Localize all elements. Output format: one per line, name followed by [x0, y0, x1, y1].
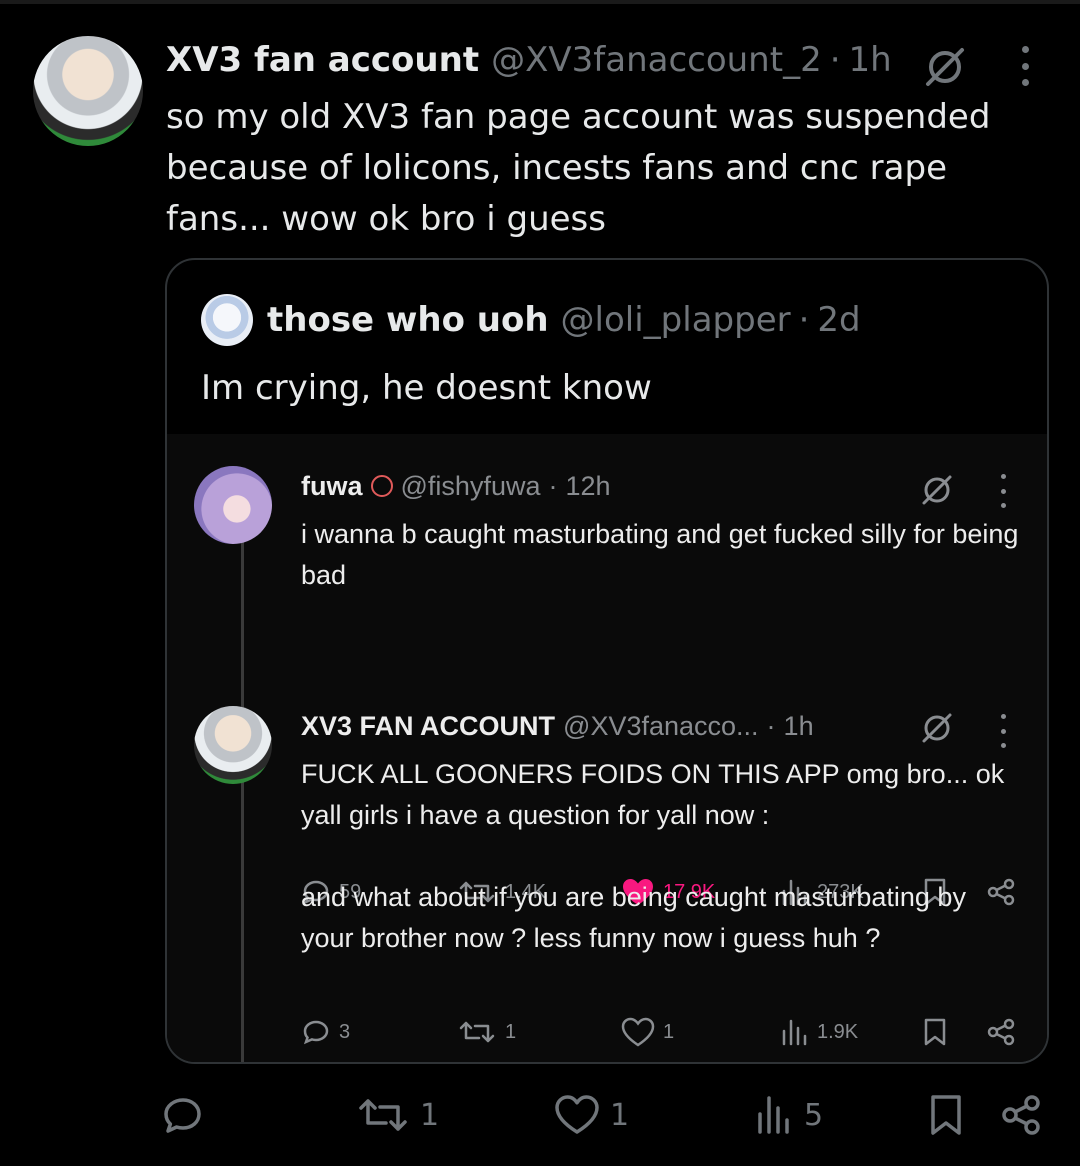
- embedded-avatar-fuwa: [194, 466, 272, 544]
- grok-icon: [922, 475, 952, 505]
- tweet-text: so my old XV3 fan page account was suspe…: [166, 97, 991, 239]
- bookmark-icon: [931, 1095, 961, 1135]
- share-button[interactable]: [998, 1090, 1044, 1140]
- heart-icon: [555, 1095, 599, 1134]
- author-name[interactable]: XV3 fan account: [166, 40, 479, 80]
- views-button[interactable]: 5: [754, 1090, 823, 1140]
- tweet-action-bar: 1 1 5: [160, 1090, 1050, 1140]
- tweet-header: XV3 fan account @XV3fanaccount_2 · 1h: [166, 38, 1046, 82]
- quoted-author-avatar[interactable]: [201, 294, 253, 346]
- reply-icon: [303, 1020, 329, 1045]
- more-options-icon: [993, 474, 1013, 508]
- thread-line: [241, 526, 244, 1062]
- quoted-tweet-text: Im crying, he doesnt know: [201, 368, 652, 408]
- tweet-time[interactable]: 1h: [849, 40, 892, 80]
- more-options-icon: [993, 714, 1013, 748]
- quoted-author-name[interactable]: those who uoh: [267, 300, 549, 340]
- reply-count: 3: [339, 1020, 351, 1043]
- share-action: [985, 1012, 1017, 1052]
- grok-icon: [922, 713, 952, 743]
- separator-dot: ·: [548, 470, 558, 501]
- views-icon: [758, 1096, 789, 1134]
- top-divider: [0, 0, 1080, 4]
- badge-icon: [370, 475, 393, 497]
- like-button[interactable]: 1: [554, 1090, 629, 1140]
- retweet-icon: [359, 1099, 407, 1131]
- quoted-tweet-time: 2d: [817, 300, 861, 340]
- quoted-author-handle[interactable]: @loli_plapper: [561, 300, 791, 340]
- embedded-tweet-time: 12h: [565, 470, 611, 501]
- retweet-count: 1: [420, 1097, 440, 1133]
- separator-dot: ·: [829, 40, 841, 80]
- bookmark-button[interactable]: [926, 1090, 966, 1140]
- quoted-tweet-header: those who uoh @loli_plapper · 2d: [267, 298, 861, 342]
- reply-icon: [164, 1098, 201, 1133]
- embedded-author-handle: @XV3fanacco...: [563, 710, 759, 741]
- embedded-screenshot: fuwa @fishyfuwa · 12h i wanna b caught m…: [167, 434, 1047, 1062]
- embedded-tweet-time: 1h: [783, 710, 814, 741]
- retweet-count: 1: [505, 1020, 517, 1043]
- retweet-icon: [459, 1021, 495, 1043]
- bookmark-icon: [924, 1018, 946, 1046]
- more-options-icon[interactable]: [1012, 46, 1038, 86]
- embedded-author-handle: @fishyfuwa: [400, 470, 541, 501]
- reply-action: 3: [301, 1012, 350, 1052]
- share-icon: [987, 1018, 1015, 1046]
- views-count: 1.9K: [817, 1020, 859, 1043]
- bookmark-action: [921, 1012, 949, 1052]
- embedded-tweet-header: fuwa @fishyfuwa · 12h: [301, 468, 611, 504]
- embedded-author-name: fuwa: [301, 470, 363, 501]
- quoted-tweet-card[interactable]: those who uoh @loli_plapper · 2d Im cryi…: [165, 258, 1049, 1064]
- separator-dot: ·: [798, 300, 810, 340]
- grok-icon[interactable]: [922, 44, 968, 90]
- embedded-avatar-xv3: [194, 706, 272, 784]
- reply-button[interactable]: [160, 1090, 206, 1140]
- views-count: 5: [804, 1097, 824, 1133]
- embedded-tweet-text: FUCK ALL GOONERS FOIDS ON THIS APP omg b…: [301, 759, 1005, 953]
- share-icon: [1002, 1095, 1040, 1135]
- like-count: 1: [610, 1097, 630, 1133]
- like-count: 1: [663, 1020, 675, 1043]
- embedded-tweet-header: XV3 FAN ACCOUNT @XV3fanacco... · 1h: [301, 708, 814, 744]
- views-icon: [782, 1019, 807, 1046]
- author-handle[interactable]: @XV3fanaccount_2: [491, 40, 822, 80]
- views-action: 1.9K: [779, 1012, 858, 1052]
- separator-dot: ·: [766, 710, 776, 741]
- embedded-action-bar: 3 1 1 1.9K: [301, 1012, 1021, 1052]
- retweet-action: 1: [457, 1012, 516, 1052]
- embedded-tweet-text: i wanna b caught masturbating and get fu…: [301, 519, 1019, 590]
- embedded-author-name: XV3 FAN ACCOUNT: [301, 710, 556, 741]
- retweet-button[interactable]: 1: [356, 1090, 439, 1140]
- heart-icon: [621, 1017, 655, 1047]
- like-action: 1: [621, 1012, 674, 1052]
- author-avatar[interactable]: [33, 36, 143, 146]
